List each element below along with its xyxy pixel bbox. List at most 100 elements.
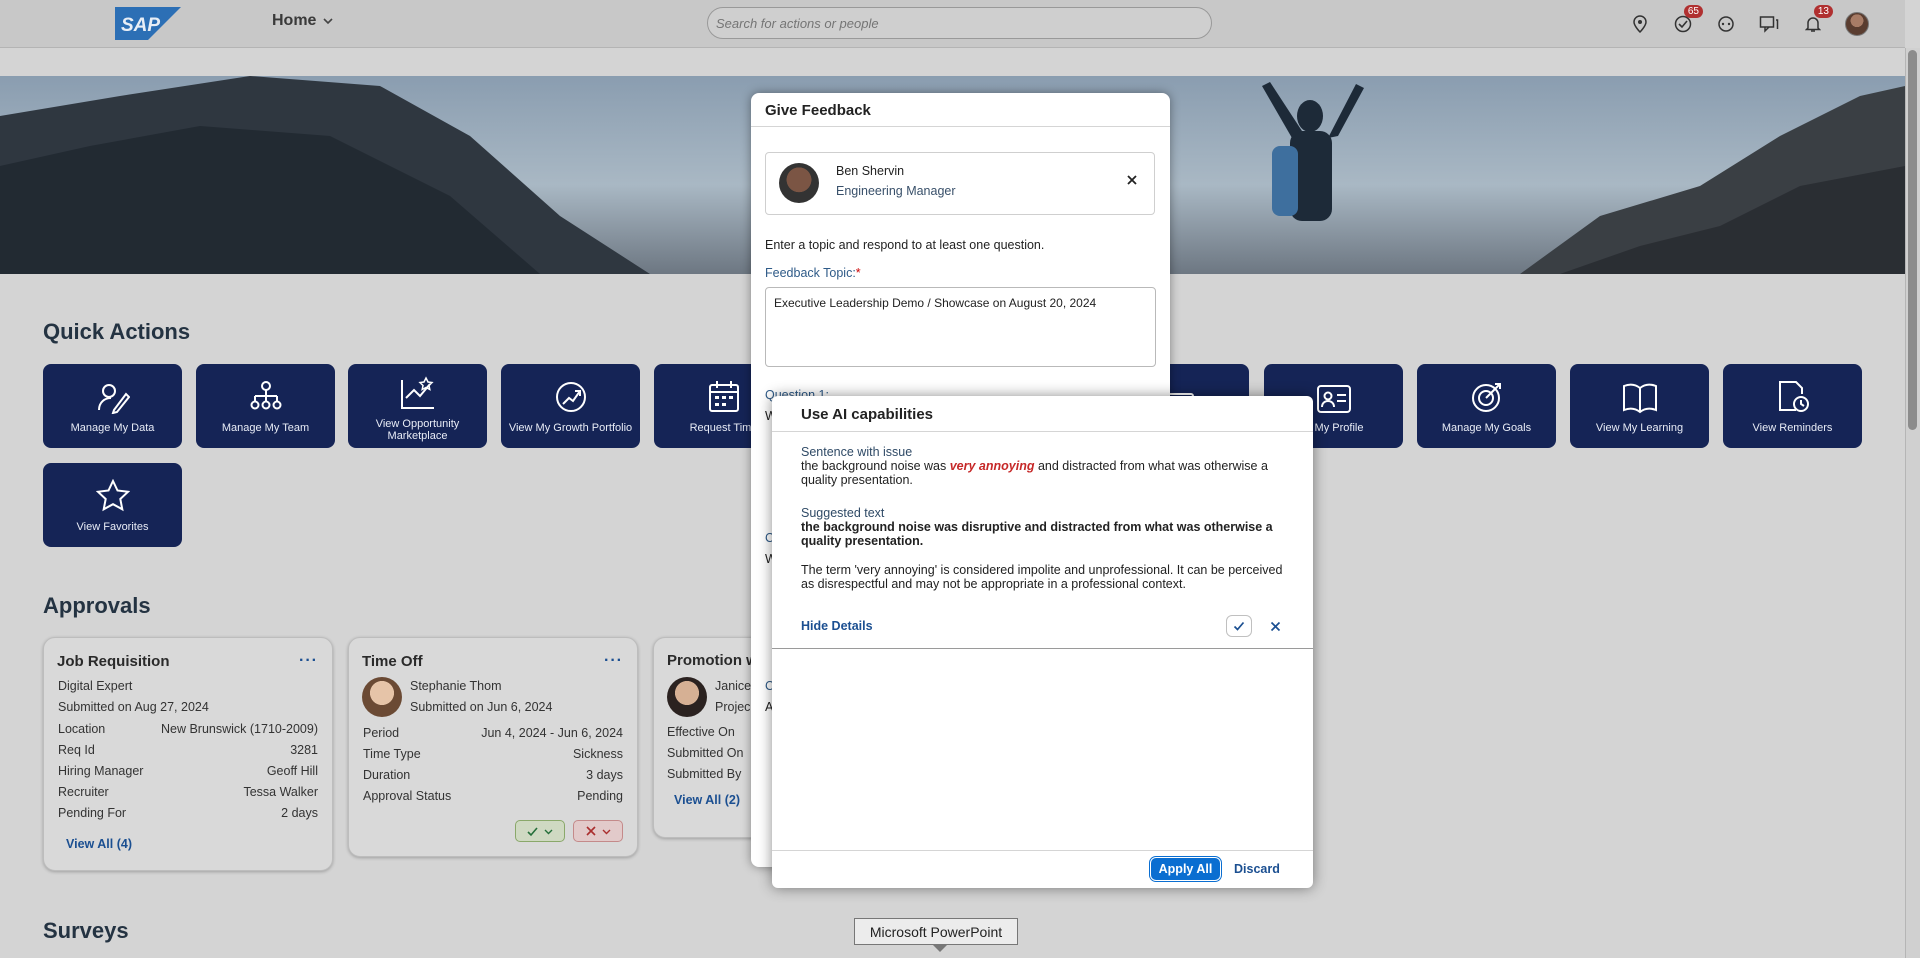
suggested-section: Suggested text the background noise was … <box>801 506 1291 548</box>
star-chart-icon <box>400 376 434 409</box>
tile-view-my-growth-portfolio[interactable]: View My Growth Portfolio <box>501 364 640 448</box>
topic-textarea[interactable]: Executive Leadership Demo / Showcase on … <box>765 287 1156 367</box>
kv-row: Req Id 3281 <box>58 742 318 757</box>
person-avatar <box>362 677 402 717</box>
hide-details-link[interactable]: Hide Details <box>801 619 873 633</box>
issue-label: Sentence with issue <box>801 445 913 459</box>
person-sub: Projec <box>715 700 751 714</box>
person-avatar <box>667 677 707 717</box>
tile-label: Manage My Goals <box>1441 422 1532 434</box>
job-requisition-card[interactable]: Job Requisition ··· Digital Expert Submi… <box>43 637 333 871</box>
checkmark-icon <box>1233 621 1245 631</box>
tile-manage-my-team[interactable]: Manage My Team <box>196 364 335 448</box>
divider <box>772 648 1313 649</box>
recipient-avatar <box>779 163 819 203</box>
suggested-label: Suggested text <box>801 506 885 520</box>
approvals-title: Approvals <box>43 593 151 618</box>
coach-icon[interactable] <box>1714 12 1738 36</box>
remove-recipient-icon[interactable] <box>1126 174 1138 186</box>
tile-label: Manage My Team <box>221 422 310 434</box>
instruction-text: Enter a topic and respond to at least on… <box>765 238 1045 252</box>
search-input[interactable] <box>707 7 1212 39</box>
kv-row: Duration 3 days <box>363 767 623 782</box>
tile-manage-my-data[interactable]: Manage My Data <box>43 364 182 448</box>
notifications-badge: 13 <box>1813 5 1833 18</box>
kv-row: Approval Status Pending <box>363 788 623 803</box>
ai-capabilities-dialog: Use AI capabilities Sentence with issue … <box>772 396 1313 888</box>
kv-row: Hiring Manager Geoff Hill <box>58 763 318 778</box>
feedback-chat-icon[interactable] <box>1757 12 1781 36</box>
divider <box>772 431 1313 432</box>
chevron-down-icon <box>323 18 334 25</box>
growth-portfolio-icon <box>555 382 586 412</box>
chevron-down-icon <box>602 829 610 834</box>
divider <box>751 126 1170 127</box>
edit-person-icon <box>97 384 130 414</box>
tile-label: View Favorites <box>76 521 149 533</box>
reject-split-button[interactable] <box>573 820 623 842</box>
profile-card-icon <box>1316 385 1351 413</box>
submitted-date: Submitted on Jun 6, 2024 <box>410 700 553 714</box>
document-clock-icon <box>1778 381 1809 412</box>
tile-view-my-learning[interactable]: View My Learning <box>1570 364 1709 448</box>
surveys-title: Surveys <box>43 918 129 943</box>
reject-suggestion-icon[interactable] <box>1270 621 1281 632</box>
recipient-name: Ben Shervin <box>836 164 905 178</box>
user-avatar[interactable] <box>1845 12 1869 36</box>
time-off-card[interactable]: Time Off ··· Stephanie Thom Submitted on… <box>348 637 638 857</box>
more-options-icon[interactable]: ··· <box>299 652 318 670</box>
tile-view-reminders[interactable]: View Reminders <box>1723 364 1862 448</box>
approve-split-button[interactable] <box>515 820 565 842</box>
kv-row: Recruiter Tessa Walker <box>58 784 318 799</box>
location-pin-icon[interactable] <box>1628 12 1652 36</box>
org-chart-icon <box>250 381 281 410</box>
tile-manage-my-goals[interactable]: Manage My Goals <box>1417 364 1556 448</box>
tile-view-opportunity-marketplace[interactable]: View Opportunity Marketplace <box>348 364 487 448</box>
tile-label: View Opportunity Marketplace <box>375 418 460 442</box>
close-icon <box>585 826 596 836</box>
tile-label: Request Time <box>689 422 758 434</box>
person-name: Janice <box>715 679 752 693</box>
checkmark-icon <box>527 826 538 836</box>
sap-logo[interactable]: SAP <box>115 7 181 40</box>
tasks-badge: 65 <box>1683 5 1703 18</box>
home-label: Home <box>272 12 317 29</box>
calendar-icon <box>708 381 739 412</box>
dialog-title: Give Feedback <box>765 102 871 119</box>
ai-dialog-title: Use AI capabilities <box>801 406 933 423</box>
card-title: Promotion w <box>667 652 758 669</box>
issue-highlight: very annoying <box>949 459 1035 473</box>
kv-row: Period Jun 4, 2024 - Jun 6, 2024 <box>363 725 623 740</box>
job-line2: Submitted on Aug 27, 2024 <box>58 700 209 714</box>
tile-label: View My Learning <box>1595 422 1684 434</box>
card-title: Job Requisition <box>57 652 170 670</box>
accept-suggestion-button[interactable] <box>1226 615 1252 637</box>
shell-header: SAP Home 65 13 <box>0 0 1905 48</box>
notification-bell-icon[interactable]: 13 <box>1801 5 1833 36</box>
kv-row: Time Type Sickness <box>363 746 623 761</box>
view-all-job-link[interactable]: View All (4) <box>66 837 318 851</box>
scrollbar-thumb[interactable] <box>1908 50 1917 430</box>
chevron-down-icon <box>544 829 553 834</box>
kv-row: Location New Brunswick (1710-2009) <box>58 721 318 736</box>
divider <box>772 850 1313 851</box>
discard-button[interactable]: Discard <box>1234 862 1280 876</box>
target-icon <box>1471 383 1501 412</box>
job-line1: Digital Expert <box>58 679 133 693</box>
tile-label: View My Growth Portfolio <box>508 422 633 434</box>
star-icon <box>95 479 130 512</box>
person-name: Stephanie Thom <box>410 679 502 693</box>
apply-all-button[interactable]: Apply All <box>1151 858 1220 880</box>
tile-view-favorites[interactable]: View Favorites <box>43 463 182 547</box>
issue-sentence: the background noise was very annoying a… <box>801 459 1268 487</box>
issue-section: Sentence with issue the background noise… <box>801 445 1291 487</box>
quick-actions-title: Quick Actions <box>43 319 191 344</box>
tasks-icon[interactable]: 65 <box>1671 5 1703 36</box>
logo-text: SAP <box>121 15 160 36</box>
home-menu[interactable]: Home <box>272 12 334 30</box>
explanation-text: The term 'very annoying' is considered i… <box>801 563 1283 591</box>
tile-label: Manage My Data <box>70 422 155 434</box>
topic-label: Feedback Topic:* <box>765 266 861 280</box>
taskbar-tooltip: Microsoft PowerPoint <box>854 918 1018 952</box>
more-options-icon[interactable]: ··· <box>604 652 623 670</box>
